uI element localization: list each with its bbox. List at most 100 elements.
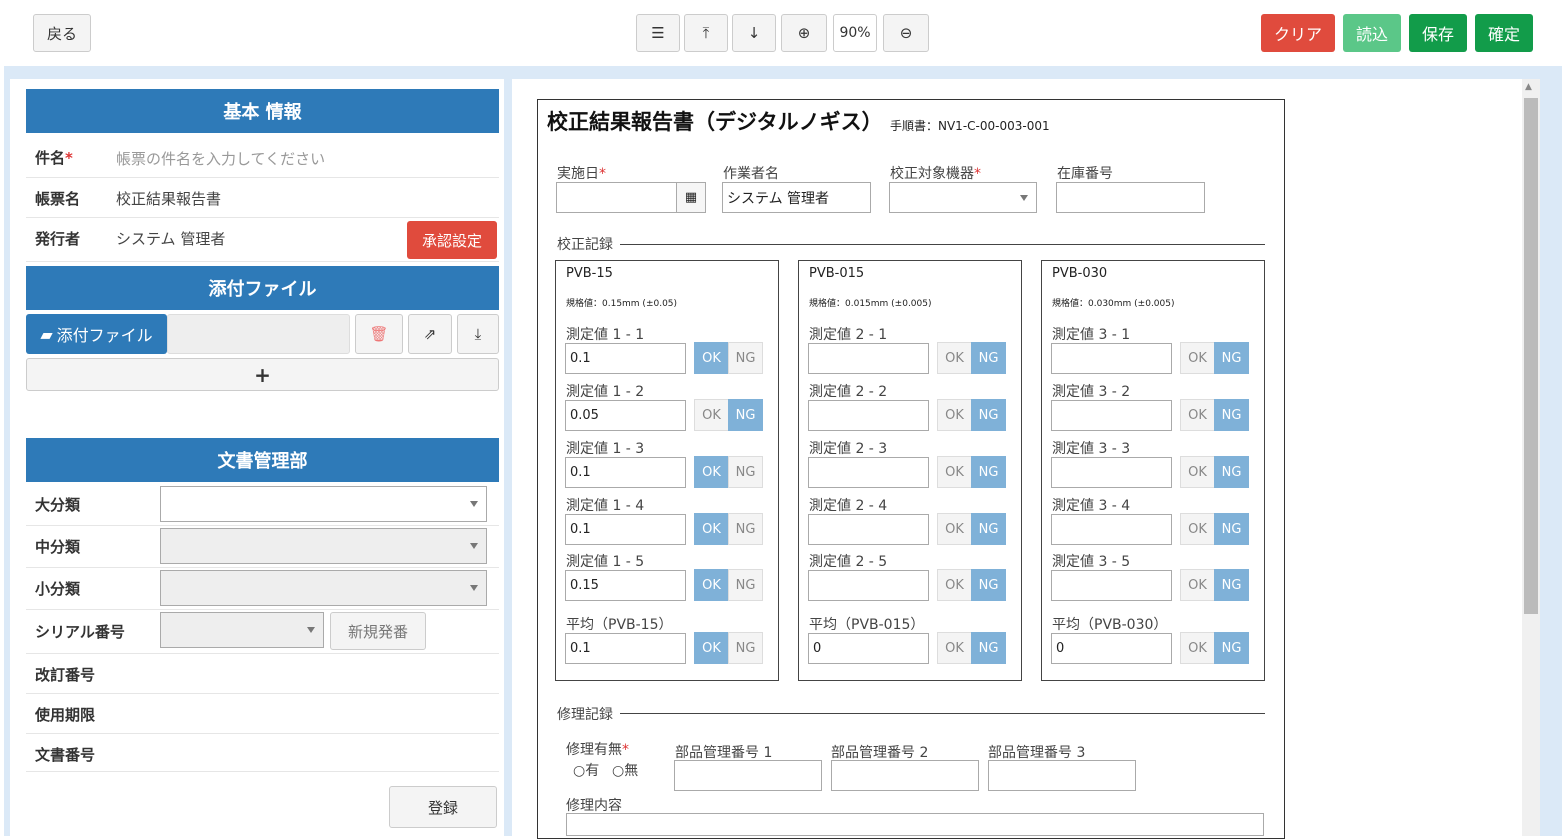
back-button[interactable]: 戻る [33, 14, 91, 52]
form-name-label: 帳票名 [35, 190, 81, 208]
ng-toggle[interactable]: NG [971, 399, 1006, 431]
ok-toggle[interactable]: OK [1180, 513, 1215, 545]
repair-content-input[interactable] [566, 813, 1264, 836]
measurement-input[interactable]: 0.1 [565, 343, 686, 374]
measurement-input[interactable] [1051, 400, 1172, 431]
measurement-input[interactable] [1051, 514, 1172, 545]
ng-toggle[interactable]: NG [1214, 399, 1249, 431]
ok-toggle[interactable]: OK [1180, 399, 1215, 431]
docno-row [26, 734, 499, 772]
list-button[interactable]: ☰ [636, 14, 680, 52]
subject-input[interactable]: 帳票の件名を入力してください [116, 148, 325, 169]
attach-file-button[interactable]: ▰ 添付ファイル [26, 314, 167, 354]
confirm-button[interactable]: 確定 [1475, 14, 1533, 52]
part1-input[interactable] [674, 760, 822, 791]
serial-select[interactable] [160, 612, 324, 648]
ng-toggle[interactable]: NG [971, 569, 1006, 601]
ok-toggle[interactable]: OK [694, 569, 729, 601]
measurement-input[interactable] [808, 343, 929, 374]
subject-label: 件名* [35, 149, 73, 167]
ng-toggle[interactable]: NG [971, 342, 1006, 374]
ng-toggle[interactable]: NG [728, 513, 763, 545]
ng-toggle[interactable]: NG [1214, 569, 1249, 601]
ng-toggle[interactable]: NG [1214, 632, 1249, 664]
stock-input[interactable] [1056, 182, 1205, 213]
ok-toggle[interactable]: OK [937, 399, 972, 431]
zoom-in-button[interactable]: ⊕ [781, 14, 827, 52]
category-mid-select[interactable] [160, 528, 487, 564]
ok-toggle[interactable]: OK [694, 456, 729, 488]
register-button[interactable]: 登録 [389, 786, 497, 828]
measurement-input[interactable] [808, 457, 929, 488]
download-file-button[interactable]: ⤓ [457, 314, 499, 354]
download-button[interactable]: ↓ [732, 14, 776, 52]
ng-toggle[interactable]: NG [1214, 513, 1249, 545]
device-select[interactable] [889, 182, 1037, 213]
add-attachment-button[interactable]: + [26, 358, 499, 391]
measurement-input[interactable]: 0.1 [565, 457, 686, 488]
ng-toggle[interactable]: NG [728, 342, 763, 374]
measurement-label: 測定値 3 - 4 [1052, 498, 1131, 514]
measurement-input[interactable] [1051, 343, 1172, 374]
upload-button[interactable]: ⤒ [684, 14, 728, 52]
ok-toggle[interactable]: OK [694, 513, 729, 545]
average-input[interactable]: 0.1 [565, 633, 686, 664]
measurement-label: 測定値 1 - 5 [566, 554, 645, 570]
ng-toggle[interactable]: NG [971, 632, 1006, 664]
average-input[interactable]: 0 [808, 633, 929, 664]
ng-toggle[interactable]: NG [971, 513, 1006, 545]
revision-row [26, 654, 499, 694]
ok-toggle[interactable]: OK [937, 569, 972, 601]
ng-toggle[interactable]: NG [728, 569, 763, 601]
part3-label: 部品管理番号 3 [988, 745, 1086, 761]
scrollbar-thumb[interactable] [1524, 98, 1538, 614]
ok-toggle[interactable]: OK [1180, 456, 1215, 488]
save-button[interactable]: 保存 [1409, 14, 1467, 52]
load-button[interactable]: 読込 [1343, 14, 1401, 52]
category-large-select[interactable] [160, 486, 487, 522]
measurement-input[interactable] [1051, 457, 1172, 488]
open-file-button[interactable]: ⇗ [408, 314, 452, 354]
measurement-input[interactable] [808, 570, 929, 601]
measurement-input[interactable]: 0.1 [565, 514, 686, 545]
measurement-input[interactable] [1051, 570, 1172, 601]
ng-toggle[interactable]: NG [1214, 456, 1249, 488]
measurement-input[interactable]: 0.15 [565, 570, 686, 601]
measurement-input[interactable]: 0.05 [565, 400, 686, 431]
worker-input[interactable]: システム 管理者 [722, 182, 871, 213]
ok-toggle[interactable]: OK [937, 513, 972, 545]
ng-toggle[interactable]: NG [728, 456, 763, 488]
device-label: 校正対象機器* [890, 166, 981, 182]
new-serial-button[interactable]: 新規発番 [330, 612, 426, 650]
ok-toggle[interactable]: OK [1180, 342, 1215, 374]
ok-toggle[interactable]: OK [694, 632, 729, 664]
measurement-input[interactable] [808, 514, 929, 545]
ng-toggle[interactable]: NG [728, 632, 763, 664]
ng-toggle[interactable]: NG [728, 399, 763, 431]
approval-settings-button[interactable]: 承認設定 [407, 221, 497, 259]
ok-toggle[interactable]: OK [937, 632, 972, 664]
revision-label: 改訂番号 [35, 666, 96, 684]
clear-button[interactable]: クリア [1261, 14, 1335, 52]
repair-no-radio[interactable]: ○無 [612, 760, 638, 780]
ok-toggle[interactable]: OK [694, 399, 729, 431]
ng-toggle[interactable]: NG [971, 456, 1006, 488]
part3-input[interactable] [988, 760, 1136, 791]
ok-toggle[interactable]: OK [937, 342, 972, 374]
ok-toggle[interactable]: OK [1180, 569, 1215, 601]
measurement-input[interactable] [808, 400, 929, 431]
calendar-button[interactable]: ▦ [676, 182, 706, 213]
ok-toggle[interactable]: OK [694, 342, 729, 374]
scroll-up-icon[interactable]: ▲ [1525, 82, 1532, 92]
ng-toggle[interactable]: NG [1214, 342, 1249, 374]
date-input[interactable] [556, 182, 677, 213]
part2-input[interactable] [831, 760, 979, 791]
zoom-out-button[interactable]: ⊖ [883, 14, 929, 52]
ok-toggle[interactable]: OK [1180, 632, 1215, 664]
average-input[interactable]: 0 [1051, 633, 1172, 664]
repair-yes-radio[interactable]: ○有 [573, 760, 599, 780]
category-small-select[interactable] [160, 570, 487, 606]
ok-toggle[interactable]: OK [937, 456, 972, 488]
measurement-label: 測定値 1 - 3 [566, 441, 645, 457]
delete-file-button[interactable]: 🗑 [355, 314, 403, 354]
